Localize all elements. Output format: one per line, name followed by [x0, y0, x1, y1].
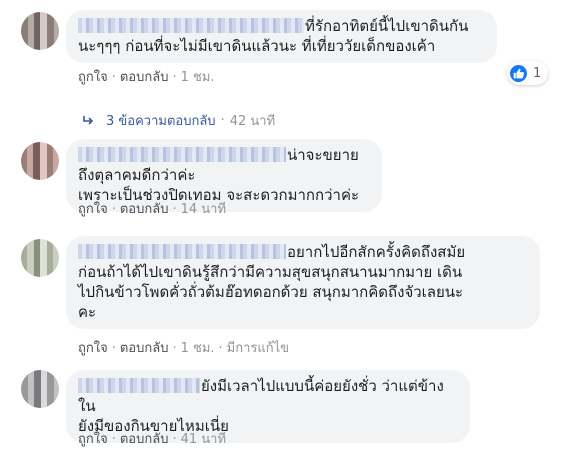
like-link[interactable]: ถูกใจ — [78, 432, 108, 447]
like-link[interactable]: ถูกใจ — [78, 70, 108, 85]
separator-dot: · — [111, 202, 116, 217]
timestamp: 42 นาที — [229, 114, 276, 129]
redacted-author-name[interactable] — [78, 378, 200, 393]
reply-link[interactable]: ตอบกลับ — [120, 432, 169, 447]
redacted-author-name[interactable] — [78, 18, 304, 33]
comment-bubble: อยากไปอีกสักครั้งคิดถึงสมัย ก่อนถ้าได้ไป… — [66, 236, 540, 329]
avatar[interactable] — [21, 370, 59, 408]
comment-line: ไปกินข้าวโพดคั่วถั่วต้มฮ๊อทดอกด้วย สนุกม… — [78, 283, 464, 301]
comment-line: ที่รักอาทิตย์นี้ไปเขาดินกัน — [78, 16, 484, 36]
timestamp[interactable]: 41 นาที — [181, 432, 226, 447]
comment-actions: ถูกใจ · ตอบกลับ · 14 นาที — [78, 202, 226, 218]
avatar[interactable] — [21, 12, 59, 50]
timestamp[interactable]: 1 ชม. — [181, 341, 215, 356]
separator-dot: · — [111, 432, 116, 447]
separator-dot: · — [172, 202, 177, 217]
comment-line: ก่อนถ้าได้ไปเขาดินรู้สึกว่ามีความสุขสนุก… — [78, 263, 463, 281]
separator-dot: · — [111, 341, 116, 356]
avatar[interactable] — [21, 142, 59, 180]
separator-dot: · — [111, 70, 116, 85]
reaction-count-value: 1 — [533, 65, 542, 81]
separator-dot: · — [218, 341, 223, 356]
separator-dot: · — [220, 113, 225, 128]
reply-arrow-icon — [82, 115, 94, 126]
redacted-author-name[interactable] — [78, 147, 286, 162]
timestamp[interactable]: 1 ชม. — [181, 70, 215, 85]
avatar[interactable] — [21, 239, 59, 277]
comment-actions: ถูกใจ · ตอบกลับ · 41 นาที — [78, 432, 226, 448]
comment-line: คะ — [78, 303, 97, 321]
reply-link[interactable]: ตอบกลับ — [120, 341, 169, 356]
redacted-author-name[interactable] — [78, 244, 286, 259]
comment-bubble: ที่รักอาทิตย์นี้ไปเขาดินกัน นะๆๆๆ ก่อนที… — [66, 10, 497, 63]
separator-dot: · — [172, 432, 177, 447]
view-replies-link[interactable]: 3 ข้อความตอบกลับ · 42 นาที — [82, 110, 275, 131]
comment-actions: ถูกใจ · ตอบกลับ · 1 ชม. — [78, 70, 215, 86]
comment-actions: ถูกใจ · ตอบกลับ · 1 ชม. · มีการแก้ไข — [78, 341, 289, 357]
separator-dot: · — [172, 341, 177, 356]
like-link[interactable]: ถูกใจ — [78, 202, 108, 217]
replies-count-label[interactable]: 3 ข้อความตอบกลับ — [106, 110, 216, 131]
comment-line: นะๆๆๆ ก่อนที่จะไม่มีเขาดินแล้วนะ ที่เที่… — [78, 37, 436, 55]
like-link[interactable]: ถูกใจ — [78, 341, 108, 356]
reply-link[interactable]: ตอบกลับ — [120, 70, 169, 85]
comment-line: น่าจะขยายถึงตุลาคมดีกว่าค่ะ — [78, 146, 359, 184]
thumbs-up-icon — [510, 64, 527, 82]
comment-line: อยากไปอีกสักครั้งคิดถึงสมัย — [78, 242, 527, 262]
reply-link[interactable]: ตอบกลับ — [120, 202, 169, 217]
comment-line: ยังมีเวลาไปแบบนี้ค่อยยังชั่ว ว่าแต่ข้างใ… — [78, 377, 444, 415]
separator-dot: · — [172, 70, 177, 85]
timestamp[interactable]: 14 นาที — [181, 202, 226, 217]
reaction-count[interactable]: 1 — [507, 61, 549, 85]
edited-label[interactable]: มีการแก้ไข — [227, 341, 289, 356]
